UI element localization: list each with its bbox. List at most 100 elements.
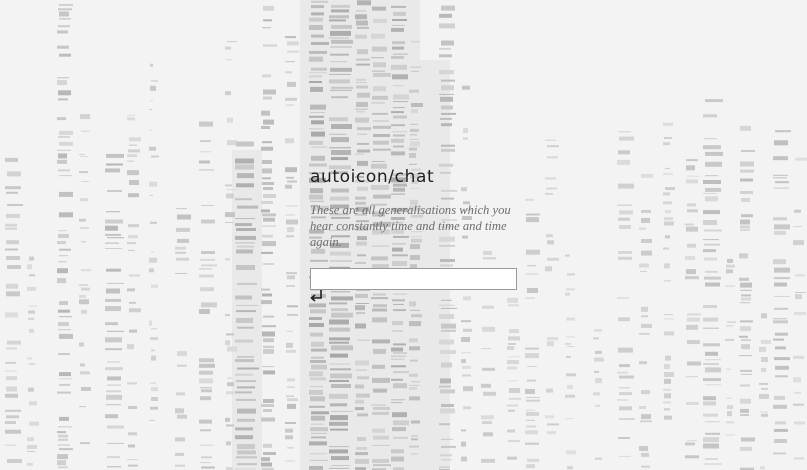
background-bar — [151, 284, 158, 288]
background-bar — [705, 175, 718, 177]
background-bar — [106, 211, 120, 213]
background-bar — [263, 263, 274, 265]
background-bar — [285, 214, 295, 216]
background-bar — [309, 17, 323, 22]
background-bar — [619, 210, 633, 215]
background-bar — [329, 327, 350, 332]
background-bar — [619, 136, 634, 141]
background-bar — [6, 283, 18, 289]
background-bar — [409, 163, 417, 165]
background-bar — [105, 242, 119, 244]
background-bar — [175, 273, 187, 274]
background-bar — [80, 156, 88, 157]
background-bar — [441, 438, 453, 440]
background-bar — [441, 105, 453, 110]
background-bar — [741, 373, 752, 375]
background-bar — [687, 340, 700, 345]
background-bar — [482, 326, 495, 332]
background-bar — [618, 131, 631, 133]
background-bar — [262, 177, 271, 180]
background-bar — [58, 322, 69, 327]
background-bar — [58, 434, 68, 438]
background-bar — [373, 120, 389, 122]
background-bar — [59, 333, 73, 339]
background-bar — [129, 301, 136, 304]
background-bar — [199, 121, 213, 127]
background-bar — [201, 302, 217, 308]
background-bar — [263, 315, 274, 318]
background-bar — [200, 258, 215, 261]
background-bar — [741, 198, 750, 202]
background-bar — [151, 349, 155, 352]
background-bar — [391, 111, 404, 114]
background-bar — [29, 256, 34, 261]
background-bar — [106, 394, 122, 400]
background-bar — [392, 412, 407, 418]
background-bar — [177, 238, 189, 243]
background-bar — [263, 452, 276, 455]
background-bar — [236, 305, 258, 306]
background-bar — [356, 82, 367, 83]
background-bar — [685, 276, 699, 280]
background-bar — [236, 398, 256, 401]
background-bar — [482, 305, 494, 309]
background-bar — [79, 171, 88, 174]
app-logo: autoicon/chat — [310, 167, 435, 187]
background-bar — [127, 382, 137, 385]
background-bar — [309, 56, 323, 62]
background-bar — [411, 420, 420, 424]
background-bar — [372, 339, 390, 344]
background-bar — [441, 85, 454, 91]
background-bar — [236, 249, 253, 254]
background-bar — [411, 453, 418, 455]
background-bar — [128, 432, 137, 436]
background-bar — [566, 288, 575, 291]
background-bar — [391, 355, 406, 357]
chat-input[interactable] — [310, 267, 517, 290]
background-bar — [739, 335, 748, 338]
background-bar — [727, 411, 732, 417]
background-bar — [664, 137, 672, 139]
enter-icon[interactable] — [310, 289, 326, 302]
background-bar — [58, 230, 67, 232]
background-bar — [687, 243, 696, 248]
background-bar — [617, 371, 628, 374]
background-bar — [177, 351, 187, 357]
background-bar — [373, 304, 387, 308]
background-bar — [329, 133, 346, 135]
background-bar — [619, 455, 631, 457]
background-bar — [227, 377, 232, 379]
background-bar — [28, 310, 35, 314]
background-bar — [547, 423, 559, 426]
background-bar — [330, 353, 348, 358]
background-bar — [310, 332, 323, 337]
background-bar — [79, 342, 84, 347]
background-bar — [526, 409, 535, 411]
background-bar — [372, 95, 388, 100]
background-bar — [773, 177, 787, 179]
background-bar — [440, 408, 455, 414]
background-bar — [311, 5, 324, 9]
background-bar — [5, 444, 16, 446]
background-bar — [527, 288, 538, 293]
background-bar — [329, 363, 350, 365]
background-bar — [235, 198, 252, 201]
background-bar — [566, 450, 576, 455]
background-bar — [285, 428, 293, 433]
background-bar — [372, 308, 387, 312]
background-bar — [286, 330, 293, 332]
background-bar — [311, 131, 325, 137]
background-bar — [127, 344, 134, 350]
background-bar — [331, 39, 353, 44]
background-bar — [357, 0, 371, 6]
background-bar — [725, 338, 734, 341]
background-bar — [705, 367, 721, 373]
background-bar — [331, 384, 351, 388]
background-bar — [58, 466, 68, 469]
background-bar — [225, 314, 230, 317]
background-bar — [373, 148, 391, 151]
background-bar — [462, 85, 470, 90]
background-bar — [235, 164, 254, 170]
background-bar — [739, 355, 752, 357]
background-bar — [149, 419, 155, 421]
